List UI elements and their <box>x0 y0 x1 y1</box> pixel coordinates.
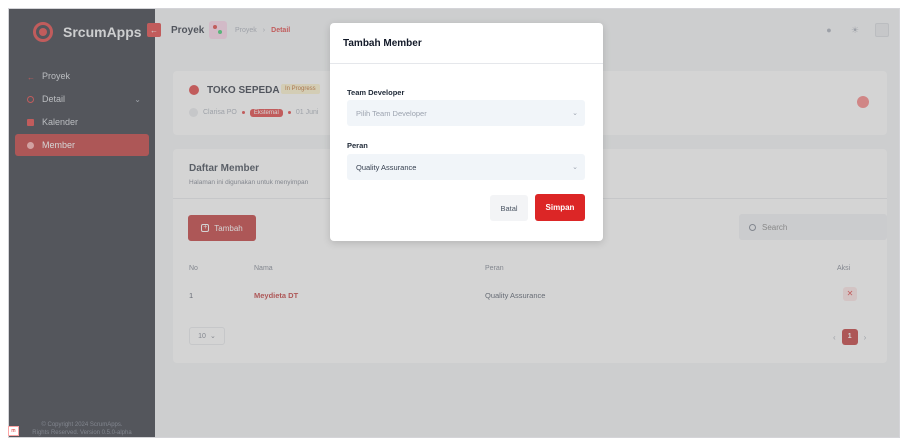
cancel-button[interactable]: Batal <box>490 195 528 221</box>
divider <box>330 63 603 64</box>
app-window: SrcumApps ← Proyek Detail ⌄ Kalender Mem… <box>8 8 900 438</box>
chevron-down-icon: ⌄ <box>572 110 578 117</box>
role-label: Peran <box>347 141 368 150</box>
role-value: Quality Assurance <box>356 162 417 172</box>
team-developer-placeholder: Pilih Team Developer <box>356 108 427 118</box>
team-developer-select[interactable]: Pilih Team Developer ⌄ <box>347 100 585 126</box>
modal-title: Tambah Member <box>343 38 422 49</box>
devtools-icon[interactable]: m <box>8 426 19 436</box>
add-member-modal: Tambah Member Team Developer Pilih Team … <box>330 23 603 241</box>
chevron-down-icon: ⌄ <box>572 164 578 171</box>
role-select[interactable]: Quality Assurance ⌄ <box>347 154 585 180</box>
team-developer-label: Team Developer <box>347 88 405 97</box>
save-button[interactable]: Simpan <box>535 194 585 221</box>
